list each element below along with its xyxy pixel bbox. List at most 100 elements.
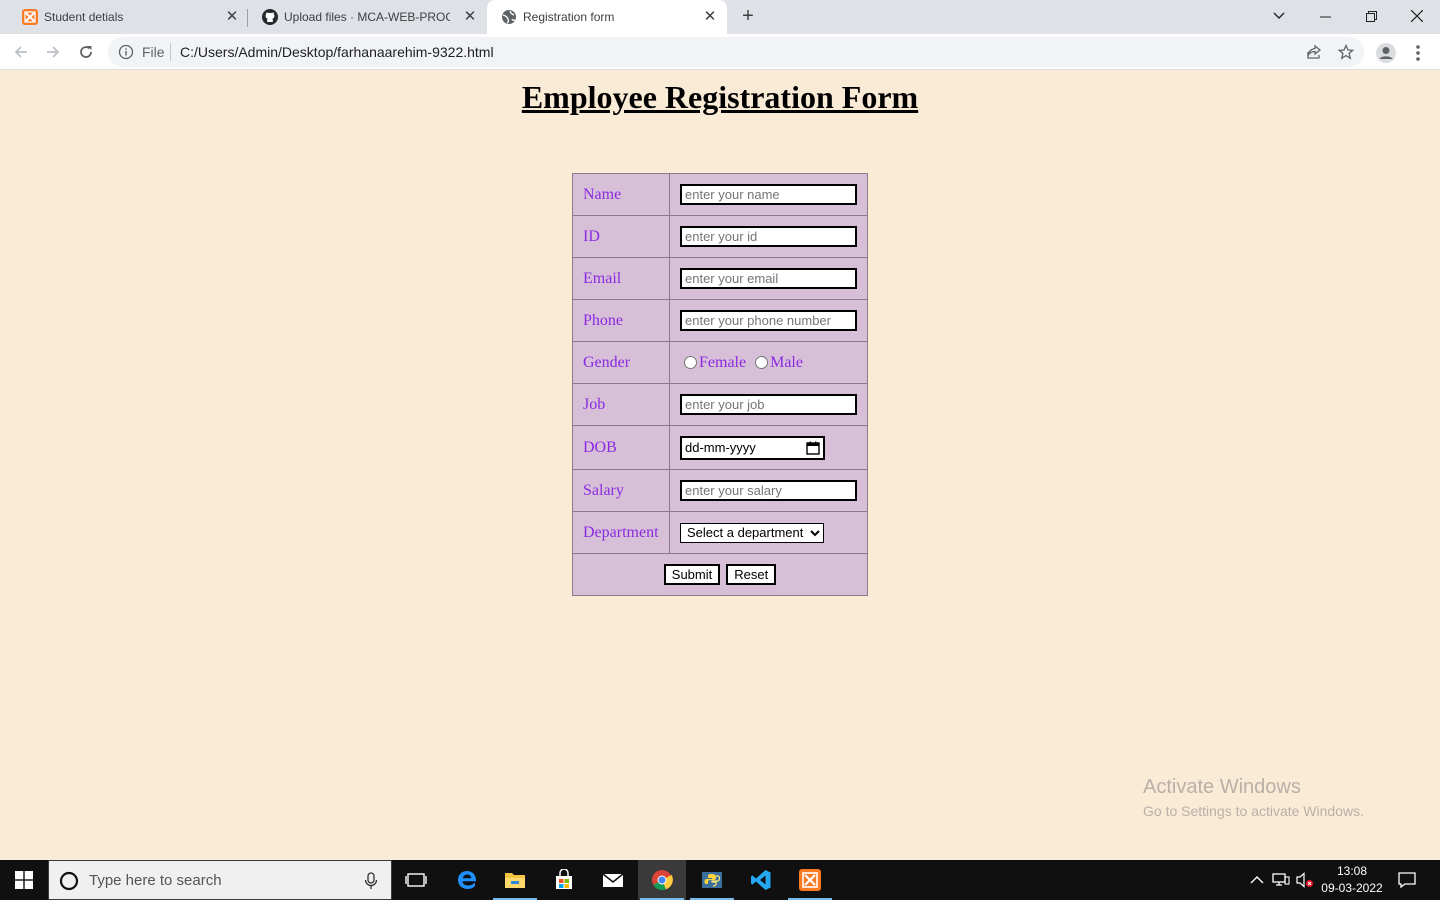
calendar-icon[interactable] [806, 441, 820, 455]
windows-taskbar: Type here to search 13:08 09-03-2022 [0, 860, 1440, 900]
page-content: Employee Registration Form Name ID Email… [0, 71, 1440, 860]
name-input[interactable] [680, 184, 857, 205]
tab-search-chevron-icon[interactable] [1256, 0, 1302, 30]
vscode-icon [751, 870, 771, 890]
submit-button[interactable]: Submit [663, 564, 721, 585]
id-label: ID [572, 215, 670, 258]
watermark-subtitle: Go to Settings to activate Windows. [1143, 803, 1364, 819]
address-separator [170, 43, 171, 61]
name-label: Name [572, 173, 670, 216]
tab-registration-form[interactable]: Registration form ✕ [487, 0, 727, 34]
dob-label: DOB [572, 425, 670, 470]
tab-close-icon[interactable]: ✕ [701, 8, 719, 26]
tab-close-icon[interactable]: ✕ [223, 8, 241, 26]
store-icon [556, 869, 572, 889]
volume-muted-icon [1296, 872, 1313, 888]
clock-date: 09-03-2022 [1321, 881, 1383, 895]
taskbar-vscode[interactable] [737, 860, 785, 900]
tray-network[interactable] [1270, 860, 1292, 900]
cortana-search-icon [59, 871, 79, 891]
profile-avatar-icon[interactable] [1375, 42, 1397, 64]
globe-icon [502, 10, 516, 24]
reload-button[interactable] [75, 41, 97, 63]
salary-input[interactable] [680, 480, 857, 501]
xampp-icon [22, 9, 38, 25]
minimize-button[interactable] [1302, 0, 1348, 30]
task-view-icon [405, 873, 427, 887]
tab-title: Registration form [523, 10, 615, 24]
tab-student-details[interactable]: Student detials ✕ [8, 0, 248, 34]
department-select[interactable]: Select a department [680, 522, 824, 543]
browser-tab-strip: Student detials ✕ Upload files · MCA-WEB… [0, 0, 1440, 34]
windows-logo-icon [15, 871, 33, 889]
job-input[interactable] [680, 394, 857, 415]
taskbar-clock[interactable]: 13:08 09-03-2022 [1318, 863, 1386, 897]
gender-label: Gender [572, 341, 670, 384]
form-row-salary: Salary [572, 469, 868, 512]
activate-windows-watermark: Activate Windows Go to Settings to activ… [1143, 776, 1364, 819]
task-view-button[interactable] [392, 860, 440, 900]
taskbar-store[interactable] [540, 860, 588, 900]
tab-title: Upload files · MCA-WEB-PROGRA [284, 10, 450, 24]
dob-placeholder: dd-mm-yyyy [685, 440, 756, 455]
address-scheme-label: File [142, 44, 165, 60]
salary-label: Salary [572, 469, 670, 512]
address-bar[interactable]: File C:/Users/Admin/Desktop/farhanaarehi… [108, 37, 1364, 67]
restore-button[interactable] [1348, 0, 1394, 30]
page-title: Employee Registration Form [521, 79, 919, 115]
forward-button[interactable] [42, 41, 64, 63]
department-label: Department [572, 511, 670, 554]
job-label: Job [572, 383, 670, 426]
chevron-up-icon [1250, 876, 1264, 884]
watermark-title: Activate Windows [1143, 776, 1301, 798]
form-row-dob: DOB dd-mm-yyyy [572, 425, 868, 470]
taskbar-xampp[interactable] [786, 860, 834, 900]
start-button[interactable] [0, 860, 48, 900]
gender-female-radio[interactable] [684, 356, 697, 369]
file-explorer-icon [505, 873, 525, 888]
taskbar-file-explorer[interactable] [491, 860, 539, 900]
gender-radio-group: Female Male [680, 354, 867, 372]
gender-male-label: Male [770, 353, 803, 371]
tab-close-icon[interactable]: ✕ [461, 8, 479, 26]
taskbar-search-placeholder: Type here to search [89, 872, 222, 889]
taskbar-mail[interactable] [589, 860, 637, 900]
clock-time: 13:08 [1336, 864, 1368, 878]
mail-icon [602, 873, 624, 887]
tab-title: Student detials [44, 10, 124, 24]
gender-female-label: Female [699, 353, 747, 371]
form-row-email: Email [572, 257, 868, 300]
action-center-button[interactable] [1392, 860, 1422, 900]
gender-male-radio[interactable] [755, 356, 769, 369]
tray-overflow-button[interactable] [1246, 860, 1268, 900]
phone-label: Phone [572, 299, 670, 342]
phone-input[interactable] [680, 310, 857, 331]
taskbar-edge[interactable] [443, 860, 491, 900]
info-icon[interactable] [118, 44, 134, 60]
python-icon [702, 872, 722, 888]
back-button[interactable] [10, 41, 32, 63]
microphone-icon[interactable] [364, 872, 378, 890]
tray-volume[interactable] [1294, 860, 1316, 900]
new-tab-button[interactable]: + [738, 6, 758, 26]
tab-upload-files[interactable]: Upload files · MCA-WEB-PROGRA ✕ [248, 0, 486, 34]
address-url[interactable]: C:/Users/Admin/Desktop/farhanaarehim-932… [180, 44, 494, 60]
xampp-icon [799, 869, 821, 891]
share-icon[interactable] [1306, 44, 1322, 60]
reset-button[interactable]: Reset [726, 564, 777, 585]
dob-date-input[interactable]: dd-mm-yyyy [680, 435, 825, 460]
taskbar-chrome[interactable] [638, 860, 686, 900]
more-menu-icon[interactable] [1407, 42, 1429, 64]
bookmark-star-icon[interactable] [1338, 44, 1354, 60]
form-row-phone: Phone [572, 299, 868, 342]
email-input[interactable] [680, 268, 857, 289]
browser-toolbar: File C:/Users/Admin/Desktop/farhanaarehi… [0, 34, 1440, 70]
network-icon [1272, 873, 1290, 886]
close-window-button[interactable] [1394, 0, 1440, 30]
form-row-id: ID [572, 215, 868, 258]
notification-icon [1398, 872, 1416, 888]
taskbar-search-box[interactable]: Type here to search [48, 860, 392, 900]
taskbar-python[interactable] [688, 860, 736, 900]
registration-form-table: Name ID Email Phone Gender Female Male [572, 173, 868, 596]
id-input[interactable] [680, 226, 857, 247]
